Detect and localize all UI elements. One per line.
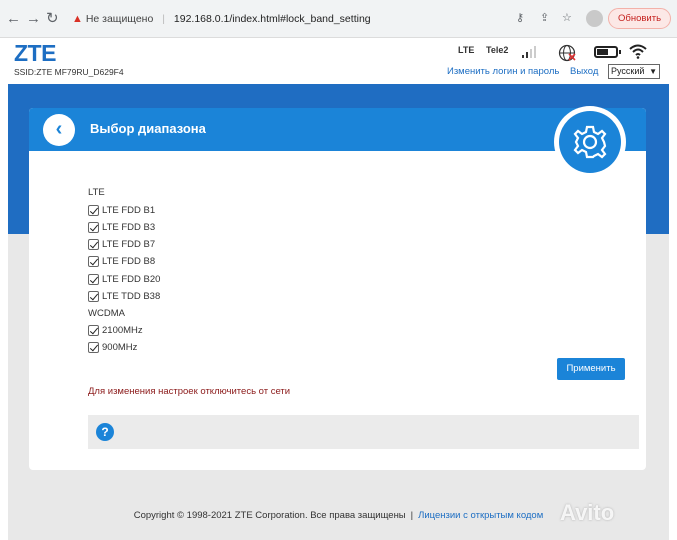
checkbox[interactable]: [88, 239, 99, 250]
band-checkbox-lte-fdd-b3[interactable]: LTE FDD B3: [88, 222, 155, 234]
url-text: 192.168.0.1/index.html#lock_band_setting: [173, 13, 371, 25]
band-checkbox-900mhz[interactable]: 900MHz: [88, 342, 137, 354]
address-bar[interactable]: ▲ Не защищено | 192.168.0.1/index.html#l…: [66, 7, 586, 31]
checkbox[interactable]: [88, 205, 99, 216]
band-checkbox-lte-fdd-b7[interactable]: LTE FDD B7: [88, 239, 155, 251]
language-select[interactable]: Русский ▼: [608, 64, 660, 79]
share-icon[interactable]: ⇪: [540, 11, 549, 24]
profile-avatar[interactable]: [586, 10, 603, 27]
checkbox[interactable]: [88, 274, 99, 285]
footer-divider: |: [410, 510, 414, 521]
security-label: Не защищено: [85, 13, 154, 25]
notice-text: Для изменения настроек отключитесь от се…: [88, 386, 291, 397]
page-title: Выбор диапазона: [90, 121, 206, 136]
band-selection-card: ‹ Выбор диапазона LTE LTE FDD B1 LTE FDD…: [29, 106, 646, 470]
lte-group-label: LTE: [88, 187, 105, 198]
globe-disconnected-icon: [558, 44, 576, 62]
band-checkbox-2100mhz[interactable]: 2100MHz: [88, 325, 143, 337]
open-source-link[interactable]: Лицензии с открытым кодом: [418, 510, 543, 521]
band-checkbox-lte-fdd-b1[interactable]: LTE FDD B1: [88, 205, 155, 217]
checkbox[interactable]: [88, 325, 99, 336]
wcdma-group-label: WCDMA: [88, 308, 125, 319]
logout-link[interactable]: Выход: [570, 66, 598, 77]
language-value: Русский: [611, 66, 645, 76]
operator-name: Tele2: [486, 45, 509, 55]
signal-icon: [522, 46, 536, 58]
back-arrow-icon[interactable]: ←: [6, 10, 21, 28]
band-checkbox-lte-fdd-b20[interactable]: LTE FDD B20: [88, 274, 160, 286]
help-bar: ?: [88, 415, 639, 449]
settings-badge: [554, 106, 626, 178]
change-login-link[interactable]: Изменить логин и пароль: [447, 66, 559, 77]
back-button[interactable]: ‹: [43, 114, 75, 146]
battery-icon: [594, 46, 621, 58]
copyright-text: Copyright © 1998-2021 ZTE Corporation. В…: [133, 510, 406, 521]
checkbox[interactable]: [88, 291, 99, 302]
band-checkbox-lte-tdd-b38[interactable]: LTE TDD B38: [88, 291, 160, 303]
help-icon[interactable]: ?: [96, 423, 114, 441]
star-icon[interactable]: ☆: [562, 11, 572, 24]
key-icon[interactable]: ⚷: [516, 11, 524, 24]
zte-logo: ZTE: [14, 40, 56, 66]
ssid-label: SSID:ZTE MF79RU_D629F4: [14, 67, 124, 77]
wifi-icon: [629, 44, 647, 59]
chevron-down-icon: ▼: [649, 67, 657, 76]
router-header: ZTE SSID:ZTE MF79RU_D629F4 LTE Tele2 Изм…: [0, 38, 677, 84]
network-type: LTE: [458, 45, 475, 55]
warning-icon: ▲: [72, 13, 83, 25]
update-button[interactable]: Обновить: [608, 8, 672, 29]
forward-arrow-icon[interactable]: →: [26, 10, 41, 28]
checkbox[interactable]: [88, 222, 99, 233]
checkbox[interactable]: [88, 342, 99, 353]
browser-toolbar: ← → ↻ ▲ Не защищено | 192.168.0.1/index.…: [0, 0, 677, 38]
gear-icon: [573, 125, 607, 159]
band-checkbox-lte-fdd-b8[interactable]: LTE FDD B8: [88, 256, 155, 268]
avito-watermark: Avito: [560, 500, 615, 525]
reload-icon[interactable]: ↻: [46, 10, 59, 28]
checkbox[interactable]: [88, 256, 99, 267]
apply-button[interactable]: Применить: [557, 358, 625, 380]
